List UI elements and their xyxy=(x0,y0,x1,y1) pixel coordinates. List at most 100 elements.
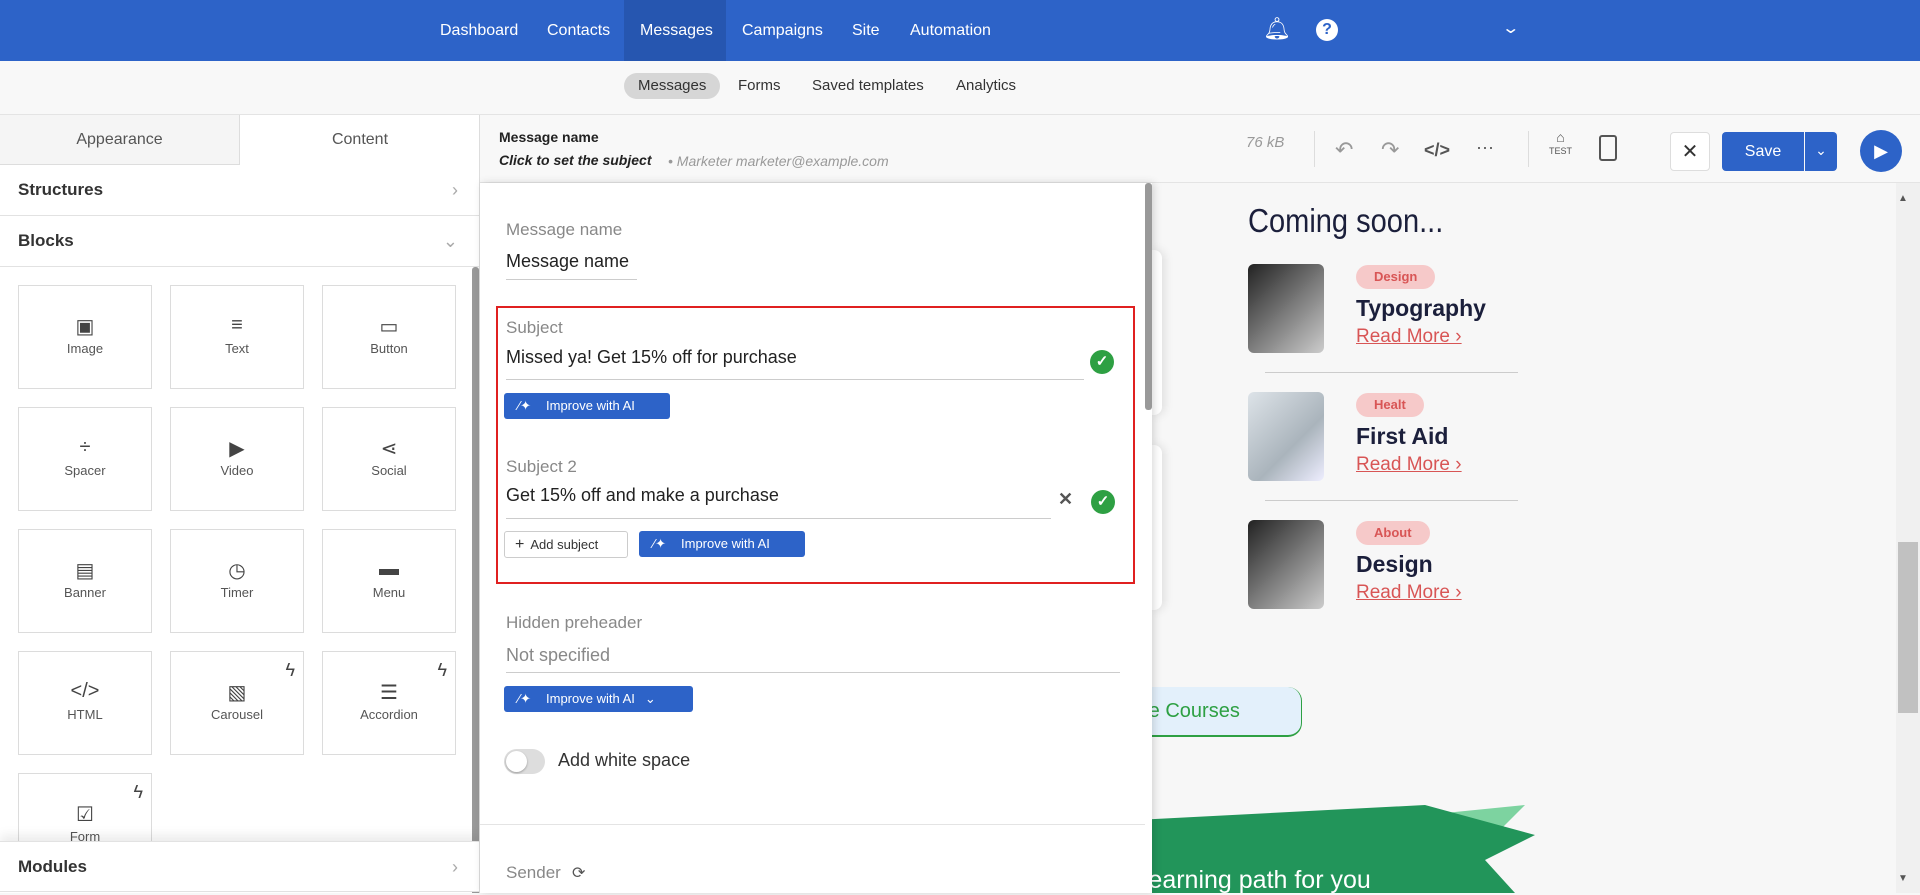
nav-dashboard[interactable]: Dashboard xyxy=(424,0,534,61)
block-image[interactable]: ▣ Image xyxy=(18,285,152,389)
nav-site[interactable]: Site xyxy=(836,0,896,61)
subject-input[interactable]: Missed ya! Get 15% off for purchase xyxy=(506,347,797,368)
nav-automation[interactable]: Automation xyxy=(894,0,1007,61)
read-more-link[interactable]: Read More › xyxy=(1356,454,1462,476)
mobile-preview-icon[interactable] xyxy=(1599,135,1617,161)
left-sidebar: Appearance Content Structures › Blocks ⌄ ▣… xyxy=(0,115,480,893)
read-more-link[interactable]: Read More › xyxy=(1356,582,1462,604)
card-title: Typography xyxy=(1356,295,1486,321)
subnav-analytics[interactable]: Analytics xyxy=(942,73,1030,99)
block-button[interactable]: ▭ Button xyxy=(322,285,456,389)
structures-section[interactable]: Structures › xyxy=(0,165,479,216)
accordion-icon: ☰ xyxy=(380,682,398,704)
scroll-down-icon[interactable]: ▼ xyxy=(1898,873,1908,884)
modules-section[interactable]: Modules › xyxy=(0,841,479,892)
improve-with-ai-button[interactable]: ⁄✦ Improve with AI xyxy=(504,393,670,419)
save-button[interactable]: Save xyxy=(1722,132,1804,171)
test-email-icon[interactable]: ⌂ TEST xyxy=(1549,130,1572,157)
message-name-label: Message name xyxy=(506,220,623,239)
card-tag: Design xyxy=(1356,265,1436,289)
chevron-right-icon: › xyxy=(452,857,458,877)
chevron-down-icon: ⌄ xyxy=(442,231,458,251)
check-icon: ✓ xyxy=(1091,490,1115,514)
subnav-saved-templates[interactable]: Saved templates xyxy=(798,73,938,99)
block-timer[interactable]: ◷ Timer xyxy=(170,529,304,633)
subject2-input[interactable]: Get 15% off and make a purchase xyxy=(506,485,779,506)
card-image xyxy=(1248,392,1324,481)
form-icon: ☑ xyxy=(76,804,94,826)
preheader-input[interactable]: Not specified xyxy=(506,645,610,666)
nav-contacts[interactable]: Contacts xyxy=(531,0,626,61)
input-underline xyxy=(506,279,637,280)
block-carousel[interactable]: ▧ Carousel ϟ xyxy=(170,651,304,755)
subnav-forms[interactable]: Forms xyxy=(724,73,795,99)
save-options-chevron-icon[interactable]: ⌄ xyxy=(1805,132,1837,171)
play-icon[interactable]: ▶ xyxy=(1860,130,1902,172)
panel-scrollbar[interactable] xyxy=(1145,183,1152,410)
block-accordion[interactable]: ☰ Accordion ϟ xyxy=(322,651,456,755)
close-button[interactable]: ✕ xyxy=(1670,132,1710,171)
card-tag: About xyxy=(1356,521,1430,545)
card-image xyxy=(1248,520,1324,609)
button-icon: ▭ xyxy=(379,316,399,338)
subnav-messages[interactable]: Messages xyxy=(624,73,721,99)
block-banner[interactable]: ▤ Banner xyxy=(18,529,152,633)
help-icon[interactable]: ? xyxy=(1316,19,1338,41)
banner-icon: ▤ xyxy=(75,560,95,582)
add-subject-button[interactable]: + Add subject xyxy=(504,531,628,558)
subject-prompt[interactable]: Click to set the subject xyxy=(499,152,651,168)
menu-icon: ▬ xyxy=(379,558,399,580)
card-image xyxy=(1248,264,1324,353)
top-nav: Dashboard Contacts Messages Campaigns Si… xyxy=(0,0,1920,61)
card-divider xyxy=(1265,372,1518,373)
image-icon: ▣ xyxy=(75,316,95,338)
chevron-down-icon[interactable]: ⌄ xyxy=(1501,18,1520,38)
card-divider xyxy=(1265,500,1518,501)
nav-campaigns[interactable]: Campaigns xyxy=(726,0,839,61)
block-text[interactable]: ≡ Text xyxy=(170,285,304,389)
tab-content[interactable]: Content xyxy=(240,115,479,165)
tab-appearance[interactable]: Appearance xyxy=(0,115,240,165)
white-space-toggle[interactable] xyxy=(504,749,545,774)
check-icon: ✓ xyxy=(1090,350,1114,374)
blocks-section[interactable]: Blocks ⌄ xyxy=(0,216,479,267)
code-icon[interactable]: </> xyxy=(1424,140,1450,161)
bolt-icon: ϟ xyxy=(285,660,295,680)
block-spacer[interactable]: ÷ Spacer xyxy=(18,407,152,511)
preview-scrollbar[interactable]: ▲ ▼ xyxy=(1896,183,1920,893)
message-size: 76 kB xyxy=(1246,134,1285,151)
refresh-icon[interactable]: ⟳ xyxy=(572,863,585,883)
scrollbar-thumb[interactable] xyxy=(1898,542,1918,713)
input-underline xyxy=(506,379,1084,380)
read-more-link[interactable]: Read More › xyxy=(1356,326,1462,348)
spacer-icon: ÷ xyxy=(79,436,91,458)
bell-icon[interactable]: 🔔︎ xyxy=(1263,16,1291,42)
nav-messages[interactable]: Messages xyxy=(624,0,726,61)
block-menu[interactable]: ▬ Menu xyxy=(322,529,456,633)
remove-subject-icon[interactable]: ✕ xyxy=(1058,489,1073,510)
message-name-input[interactable]: Message name xyxy=(506,251,629,272)
card-tag: Healt xyxy=(1356,393,1424,417)
sender-info: • Marketer marketer@example.com xyxy=(668,153,889,169)
plus-icon: + xyxy=(515,536,525,553)
sub-nav: Messages Forms Saved templates Analytics xyxy=(0,61,1920,115)
block-video[interactable]: ▶ Video xyxy=(170,407,304,511)
improve-with-ai-button[interactable]: ⁄✦ Improve with AI xyxy=(639,531,805,557)
message-name-title[interactable]: Message name xyxy=(499,129,599,145)
scroll-up-icon[interactable]: ▲ xyxy=(1898,193,1908,204)
text-icon: ≡ xyxy=(231,314,243,336)
more-icon[interactable]: ··· xyxy=(1476,137,1494,158)
white-space-label: Add white space xyxy=(558,750,691,770)
input-underline xyxy=(506,518,1051,519)
improve-with-ai-dropdown[interactable]: ⁄✦ Improve with AI ⌄ xyxy=(504,686,693,712)
divider xyxy=(480,824,1145,825)
editor-header: Message name Click to set the subject • … xyxy=(480,115,1920,183)
sidebar-scrollbar[interactable] xyxy=(472,267,479,893)
block-html[interactable]: </> HTML xyxy=(18,651,152,755)
carousel-icon: ▧ xyxy=(227,682,247,704)
redo-icon[interactable]: ↷ xyxy=(1381,137,1399,163)
input-underline xyxy=(506,672,1120,673)
block-social[interactable]: ⋖ Social xyxy=(322,407,456,511)
undo-icon[interactable]: ↶ xyxy=(1335,137,1353,163)
bolt-icon: ϟ xyxy=(133,782,143,802)
